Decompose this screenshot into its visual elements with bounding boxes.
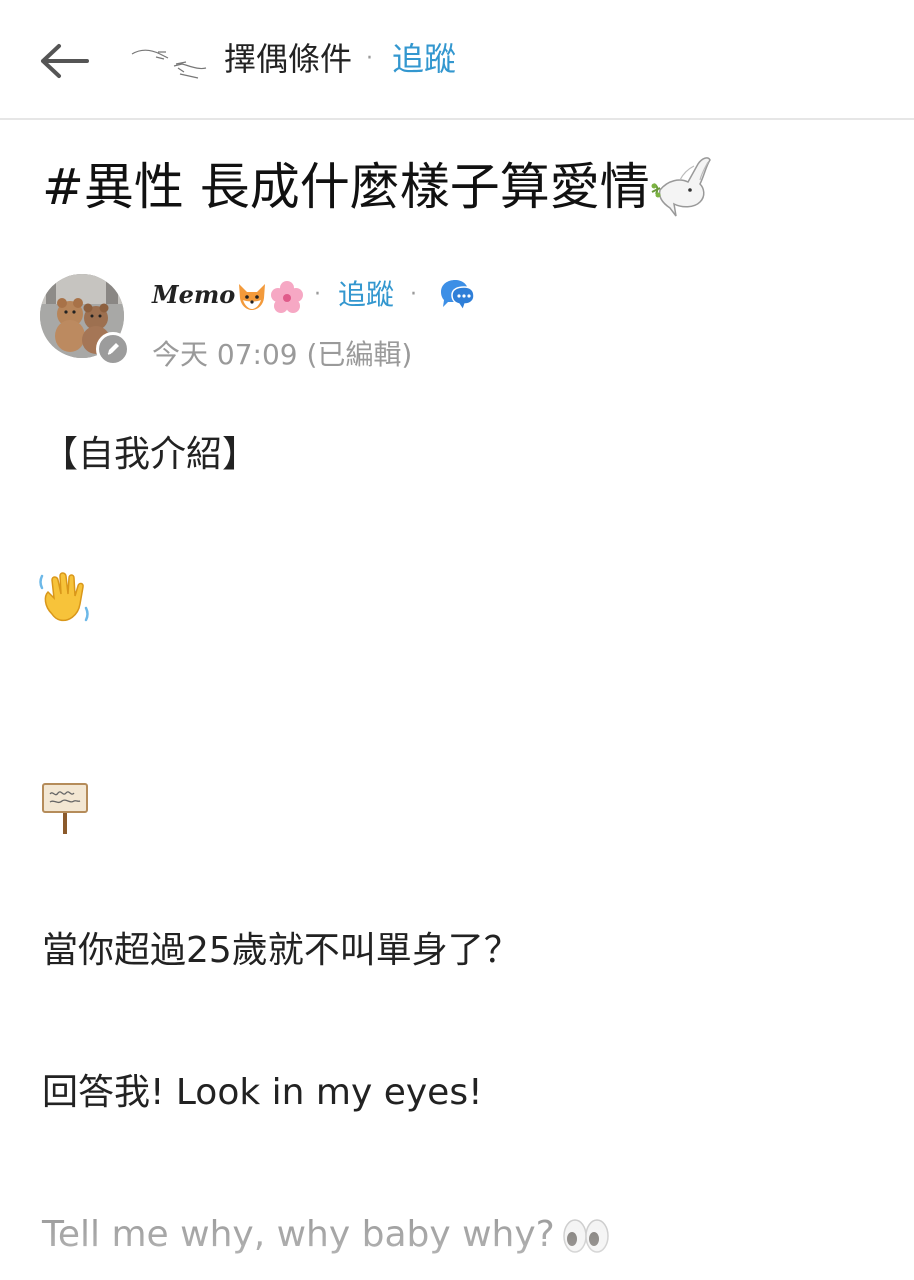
post-title-text: #異性 長成什麼樣子算愛情 [42,158,650,216]
post-title: #異性 長成什麼樣子算愛情 [42,150,714,224]
top-bar: 擇偶條件 · 追蹤 [0,0,914,120]
pen-icon [107,343,119,355]
creation-hands-icon [131,49,207,79]
body-tell: Tell me why, why baby why? [42,1210,611,1260]
placard-icon [42,783,88,834]
dove-icon [651,157,711,217]
author-follow-button[interactable]: 追蹤 [338,274,394,316]
chat-bubble-icon [441,280,475,312]
separator-dot: · [314,282,321,307]
body-tell-text: Tell me why, why baby why? [42,1214,555,1255]
waving-hand-icon [39,572,89,622]
body-answer: 回答我! Look in my eyes! [42,1072,483,1113]
eyes-icon [563,1219,609,1253]
separator-dot: · [410,282,417,307]
post-timestamp: 今天 07:09 (已編輯) [152,338,413,371]
author-badge [96,332,130,366]
chat-button[interactable] [438,278,476,312]
arrow-left-icon [41,44,89,78]
author-name[interactable]: Memo [152,274,305,316]
separator-dot: · [366,46,373,71]
author-name-text: Memo [152,280,236,309]
body-intro: 【自我介紹】 [42,434,259,475]
body-question: 當你超過25歲就不叫單身了？ [42,930,520,971]
board-name[interactable]: 擇偶條件 [224,36,352,82]
fox-icon [239,283,266,310]
cherry-blossom-icon [271,280,304,313]
back-button[interactable] [34,34,94,88]
board-follow-button[interactable]: 追蹤 [392,36,456,82]
